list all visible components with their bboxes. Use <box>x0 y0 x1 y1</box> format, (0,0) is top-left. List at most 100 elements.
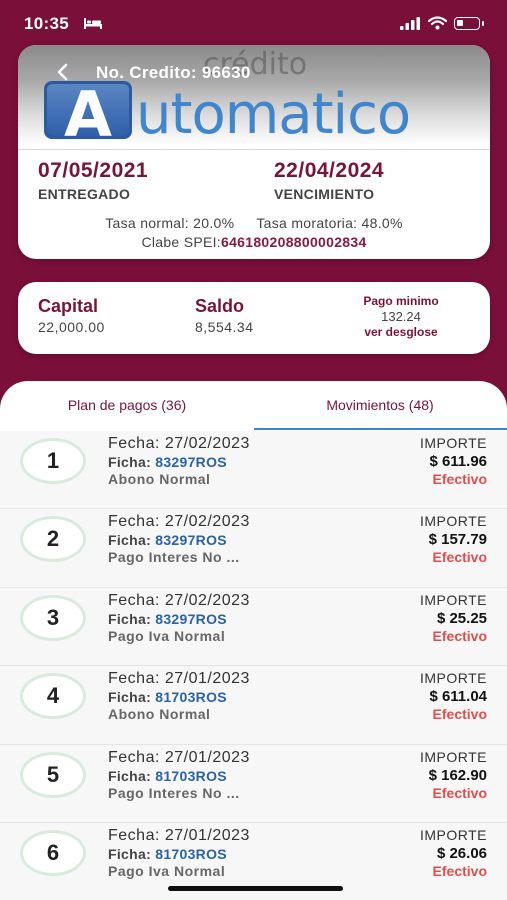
ficha-value: 81703ROS <box>155 689 227 706</box>
wifi-icon <box>428 16 447 30</box>
movement-fecha: Fecha: 27/01/2023 <box>108 826 250 844</box>
list-item[interactable]: 2 Fecha: 27/02/2023 Ficha: 83297ROS Pago In… <box>0 509 507 588</box>
battery-icon <box>454 17 484 30</box>
movement-fecha: Fecha: 27/02/2023 <box>108 513 250 531</box>
importe-label: IMPORTE <box>419 591 487 608</box>
logo-letter: A <box>64 78 112 151</box>
importe-value: $ 162.90 <box>428 766 487 784</box>
movement-amount-block: IMPORTE $ 157.79 Efectivo <box>420 513 487 565</box>
rates: Tasa normal: 20.0% Tasa moratoria: 48.0%… <box>18 215 490 250</box>
movement-concepto: Pago Interes No ... <box>108 549 240 566</box>
importe-value: $ 611.04 <box>429 688 487 706</box>
payment-method: Efectivo <box>432 627 487 644</box>
logo-a-icon: A <box>44 78 132 151</box>
movement-number: 6 <box>20 829 86 876</box>
importe-label: IMPORTE <box>419 435 487 451</box>
ficha-label: Ficha: <box>108 845 152 862</box>
movement-info: Fecha: 27/01/2023 Ficha: 81703ROS Pago Int… <box>108 749 250 801</box>
ficha-value: 83297ROS <box>155 610 227 627</box>
summary-card: Capital 22,000.00 Saldo 8,554.34 Pago mi… <box>18 282 490 354</box>
entregado-block: 07/05/2021 ENTREGADO <box>38 159 148 202</box>
ficha-label: Ficha: <box>108 454 152 470</box>
tasa-normal: Tasa normal: 20.0% <box>105 215 235 231</box>
logo-word: utomatico <box>136 82 411 147</box>
movement-number: 3 <box>20 594 86 641</box>
clabe-value: 646180208800002834 <box>221 234 367 250</box>
movement-concepto: Abono Normal <box>108 706 211 723</box>
movement-amount-block: IMPORTE $ 611.96 Efectivo <box>420 435 487 487</box>
importe-label: IMPORTE <box>419 513 487 530</box>
capital-block: Capital 22,000.00 <box>38 296 105 335</box>
importe-value: $ 26.06 <box>436 844 487 862</box>
movements-list: 1 Fecha: 27/02/2023 Ficha: 83297ROS Abono N… <box>0 431 507 900</box>
movement-concepto: Pago Iva Normal <box>108 627 226 644</box>
movement-fecha: Fecha: 27/01/2023 <box>108 670 250 688</box>
signal-icon <box>400 17 420 30</box>
tasa-moratoria: Tasa moratoria: 48.0% <box>256 215 403 231</box>
vencimiento-date: 22/04/2024 <box>274 159 385 182</box>
bed-icon <box>84 18 102 29</box>
movement-ficha: Ficha: 81703ROS <box>108 846 250 862</box>
page-title: No. Credito: 96630 <box>96 63 251 82</box>
movement-ficha: Ficha: 83297ROS <box>108 454 250 470</box>
tab-bar: Plan de pagos (36) Movimientos (48) <box>0 381 507 431</box>
payment-method: Efectivo <box>432 706 487 723</box>
back-arrow-icon[interactable] <box>54 63 72 81</box>
list-item[interactable]: 3 Fecha: 27/02/2023 Ficha: 83297ROS Pago Iv… <box>0 587 507 667</box>
movement-fecha: Fecha: 27/02/2023 <box>108 435 250 452</box>
movement-amount-block: IMPORTE $ 611.04 Efectivo <box>420 670 487 722</box>
tab-movimientos[interactable]: Movimientos (48) <box>253 397 507 413</box>
entregado-date: 07/05/2021 <box>38 159 149 182</box>
movement-ficha: Ficha: 81703ROS <box>108 689 250 705</box>
status-time: 10:35 <box>24 14 69 33</box>
ficha-value: 81703ROS <box>155 767 227 784</box>
movement-info: Fecha: 27/02/2023 Ficha: 83297ROS Pago Int… <box>108 513 250 565</box>
movement-ficha: Ficha: 83297ROS <box>108 611 250 627</box>
ver-desglose-link[interactable]: ver desglose <box>336 325 466 339</box>
divider <box>18 149 490 150</box>
movement-fecha: Fecha: 27/01/2023 <box>108 748 250 766</box>
movement-ficha: Ficha: 83297ROS <box>108 532 250 548</box>
movements-panel: Plan de pagos (36) Movimientos (48) 1 Fec… <box>0 381 507 900</box>
capital-label: Capital <box>38 296 99 316</box>
list-item[interactable]: 5 Fecha: 27/01/2023 Ficha: 81703ROS Pago In… <box>0 744 507 823</box>
credit-card: crédito A utomatico No. Credito: 96630 0… <box>18 45 490 259</box>
pago-minimo-block: Pago minimo 132.24 ver desglose <box>336 294 466 339</box>
ficha-label: Ficha: <box>108 532 152 549</box>
ficha-label: Ficha: <box>108 610 152 627</box>
payment-method: Efectivo <box>432 784 487 801</box>
ficha-value: 83297ROS <box>155 454 227 470</box>
logo-banner: crédito A utomatico <box>18 45 490 151</box>
movement-amount-block: IMPORTE $ 25.25 Efectivo <box>420 592 487 644</box>
ficha-value: 83297ROS <box>155 532 227 549</box>
list-item[interactable]: 4 Fecha: 27/01/2023 Ficha: 81703ROS Abono N… <box>0 666 507 745</box>
importe-label: IMPORTE <box>419 826 487 843</box>
importe-value: $ 25.25 <box>436 609 487 627</box>
tab-plan-de-pagos[interactable]: Plan de pagos (36) <box>0 397 254 413</box>
ficha-label: Ficha: <box>108 689 152 706</box>
payment-method: Efectivo <box>432 862 487 879</box>
status-bar: 10:35 <box>0 0 507 44</box>
list-item[interactable]: 1 Fecha: 27/02/2023 Ficha: 83297ROS Abono N… <box>0 431 507 510</box>
movement-number: 1 <box>20 438 86 484</box>
importe-label: IMPORTE <box>419 748 487 765</box>
clabe-label: Clabe SPEI: <box>141 234 221 250</box>
ficha-label: Ficha: <box>108 767 152 784</box>
saldo-label: Saldo <box>195 296 245 316</box>
saldo-block: Saldo 8,554.34 <box>195 296 254 335</box>
importe-label: IMPORTE <box>419 670 487 687</box>
payment-method: Efectivo <box>432 471 487 487</box>
pago-minimo-label: Pago minimo <box>363 294 439 308</box>
movement-fecha: Fecha: 27/02/2023 <box>108 591 250 609</box>
payment-method: Efectivo <box>432 549 487 566</box>
movement-amount-block: IMPORTE $ 26.06 Efectivo <box>420 827 487 879</box>
capital-value: 22,000.00 <box>38 319 105 335</box>
movement-info: Fecha: 27/02/2023 Ficha: 83297ROS Abono No… <box>108 435 250 487</box>
importe-value: $ 157.79 <box>428 531 487 549</box>
movement-concepto: Pago Iva Normal <box>108 862 226 879</box>
active-tab-indicator <box>254 428 507 430</box>
movement-number: 2 <box>20 516 86 563</box>
movement-ficha: Ficha: 81703ROS <box>108 768 250 784</box>
movement-number: 4 <box>20 673 86 720</box>
entregado-label: ENTREGADO <box>38 186 131 202</box>
